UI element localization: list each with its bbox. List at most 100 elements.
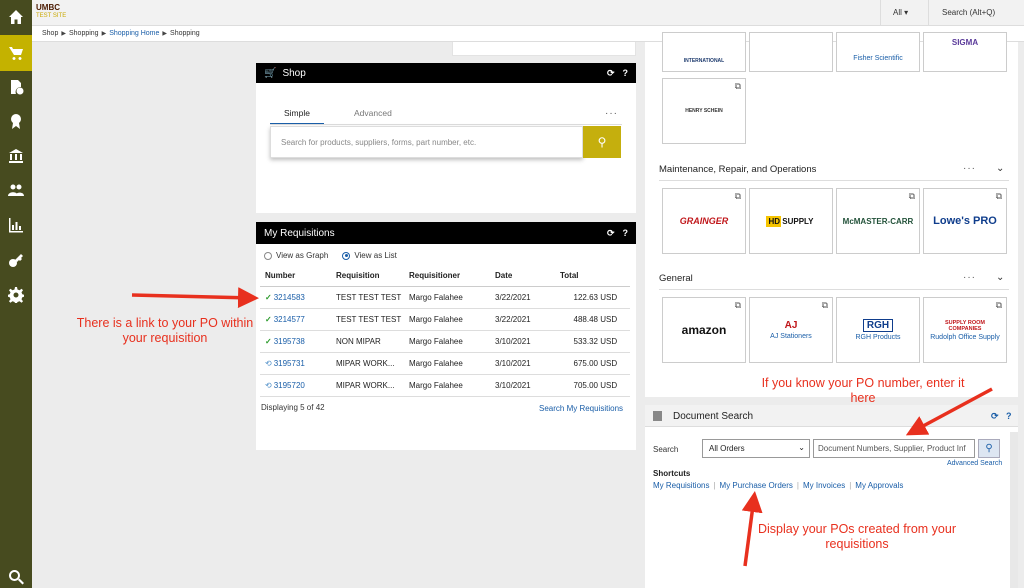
top-bar [32, 0, 1024, 26]
more-options-icon[interactable]: ··· [963, 163, 976, 174]
tabs-divider [270, 124, 622, 125]
help-icon[interactable]: ? [623, 68, 629, 78]
requisition-number-link[interactable]: 3214583 [274, 293, 305, 302]
clock-document-icon[interactable] [0, 70, 32, 104]
requisitions-table: Number Requisition Requisitioner Date To… [260, 266, 630, 397]
gear-icon[interactable] [0, 278, 32, 312]
home-icon[interactable] [0, 0, 32, 34]
column-header: Date [490, 266, 555, 287]
more-options-icon[interactable]: ··· [605, 108, 618, 119]
bar-chart-icon[interactable] [0, 208, 32, 242]
requisition-number-link[interactable]: 3195738 [274, 337, 305, 346]
cell-total: 675.00 USD [555, 352, 630, 375]
chevron-down-icon[interactable]: ⌄ [996, 272, 1004, 283]
search-icon[interactable] [0, 566, 32, 588]
shortcut-my-invoices[interactable]: My Invoices [803, 481, 845, 490]
supplier-tile-grainger[interactable]: ⧉ GRAINGER [662, 188, 746, 254]
column-header: Number [260, 266, 331, 287]
arrow-po-link [131, 287, 259, 309]
shopping-cart-icon[interactable] [0, 35, 32, 71]
shop-header: 🛒 Shop ⟳ ? [256, 63, 636, 83]
supplier-tile[interactable]: SIGMA [923, 32, 1007, 72]
supplier-tile-rgh[interactable]: RGH RGH Products [836, 297, 920, 363]
view-as-graph-radio[interactable]: View as Graph [264, 251, 328, 260]
requisitions-header: My Requisitions ⟳ ? [256, 222, 636, 244]
radio-icon [264, 251, 272, 260]
annotation-po-number: If you know your PO number, enter it her… [761, 376, 965, 405]
total-amount: 705.00 [573, 380, 598, 390]
tab-simple[interactable]: Simple [270, 108, 324, 125]
cell-requisitioner: Margo Falahee [404, 308, 490, 331]
bank-icon[interactable] [0, 139, 32, 173]
supplier-tile-mcmaster[interactable]: ⧉ McMASTER-CARR [836, 188, 920, 254]
supplier-tile[interactable]: INTERNATIONAL [662, 32, 746, 72]
sync-icon: ⟲ [265, 358, 272, 368]
breadcrumb-shopping-home[interactable]: Shopping Home [109, 30, 159, 37]
breadcrumb-shop[interactable]: Shop [42, 30, 58, 37]
cell-requisitioner: Margo Falahee [404, 352, 490, 375]
supplier-logo: RGH [862, 319, 894, 332]
order-type-select[interactable]: All Orders ⌄ [702, 439, 810, 458]
supplier-tile-lowes[interactable]: ⧉ Lowe's PRO [923, 188, 1007, 254]
more-options-icon[interactable]: ··· [963, 272, 976, 283]
table-row: ⟲ 3195731 MIPAR WORK... Margo Falahee 3/10/2… [260, 352, 630, 375]
view-as-list-radio[interactable]: View as List [342, 251, 397, 260]
help-icon[interactable]: ? [623, 228, 629, 238]
refresh-icon[interactable]: ⟳ [991, 411, 999, 422]
search-requisitions-link[interactable]: Search My Requisitions [539, 404, 623, 413]
users-icon[interactable] [0, 173, 32, 207]
shop-search-input[interactable]: Search for products, suppliers, forms, p… [270, 126, 583, 158]
document-search-panel [645, 405, 1018, 588]
cell-requisition: TEST TEST TEST [331, 286, 404, 309]
search-scope-dropdown[interactable]: All ▾ [893, 8, 908, 17]
currency: USD [600, 380, 618, 390]
check-icon: ✓ [265, 336, 272, 346]
shortcut-my-purchase-orders[interactable]: My Purchase Orders [720, 481, 793, 490]
umbc-logo[interactable]: UMBC TEST SITE [36, 3, 70, 23]
key-icon[interactable] [0, 243, 32, 277]
supplier-caption: RGH Products [855, 334, 901, 341]
document-icon [653, 411, 662, 421]
supplier-tile-amazon[interactable]: ⧉ amazon [662, 297, 746, 363]
refresh-icon[interactable]: ⟳ [607, 228, 615, 239]
requisition-number-link[interactable]: 3195731 [274, 359, 305, 368]
shortcut-my-approvals[interactable]: My Approvals [855, 481, 903, 490]
chevron-down-icon[interactable]: ⌄ [996, 163, 1004, 174]
scrollbar[interactable] [1010, 432, 1018, 588]
help-icon[interactable]: ? [1006, 411, 1012, 421]
breadcrumb-shopping[interactable]: Shopping [69, 30, 99, 37]
currency: USD [600, 336, 618, 346]
search-button[interactable]: ⚲ [583, 126, 621, 158]
divider: | [713, 481, 716, 490]
cell-total: 705.00 USD [555, 374, 630, 397]
refresh-icon[interactable]: ⟳ [607, 68, 615, 79]
supplier-tile[interactable]: Fisher Scientific [836, 32, 920, 72]
supplier-tile-aj-stationers[interactable]: ⧉ AJ AJ Stationers [749, 297, 833, 363]
tab-advanced[interactable]: Advanced [354, 108, 392, 125]
external-link-icon: ⧉ [734, 191, 741, 201]
cell-number: ✓ 3214577 [260, 308, 331, 331]
advanced-search-link[interactable]: Advanced Search [947, 460, 1002, 467]
scope-label: All [893, 8, 902, 17]
global-search[interactable]: Search (Alt+Q) [942, 8, 995, 17]
total-amount: 122.63 [573, 292, 598, 302]
requisition-number-link[interactable]: 3195720 [274, 381, 305, 390]
suppliers-panel: INTERNATIONAL Fisher Scientific SIGMA ⧉ H… [645, 32, 1018, 397]
search-icon: ⚲ [985, 443, 993, 454]
supplier-tile[interactable] [749, 32, 833, 72]
supplier-tile[interactable]: ⧉ HENRY SCHEIN [662, 78, 746, 144]
supplier-tile-hdsupply[interactable]: HD SUPPLY [749, 188, 833, 254]
ribbon-icon[interactable] [0, 104, 32, 138]
document-search-button[interactable]: ⚲ [978, 439, 1000, 458]
requisition-number-link[interactable]: 3214577 [274, 315, 305, 324]
caret-right-icon: ▶ [101, 31, 107, 37]
total-amount: 488.48 [573, 314, 598, 324]
panel-fragment [452, 42, 636, 56]
shortcut-my-requisitions[interactable]: My Requisitions [653, 481, 709, 490]
document-search-input[interactable]: Document Numbers, Supplier, Product Inf [813, 439, 975, 458]
cell-total: 533.32 USD [555, 330, 630, 353]
external-link-icon: ⧉ [734, 300, 741, 310]
external-link-icon: ⧉ [821, 300, 828, 310]
supplier-tile-rudolph[interactable]: ⧉ SUPPLY ROOM COMPANIES Rudolph Office Sup… [923, 297, 1007, 363]
supplier-logo: INTERNATIONAL [683, 58, 725, 64]
